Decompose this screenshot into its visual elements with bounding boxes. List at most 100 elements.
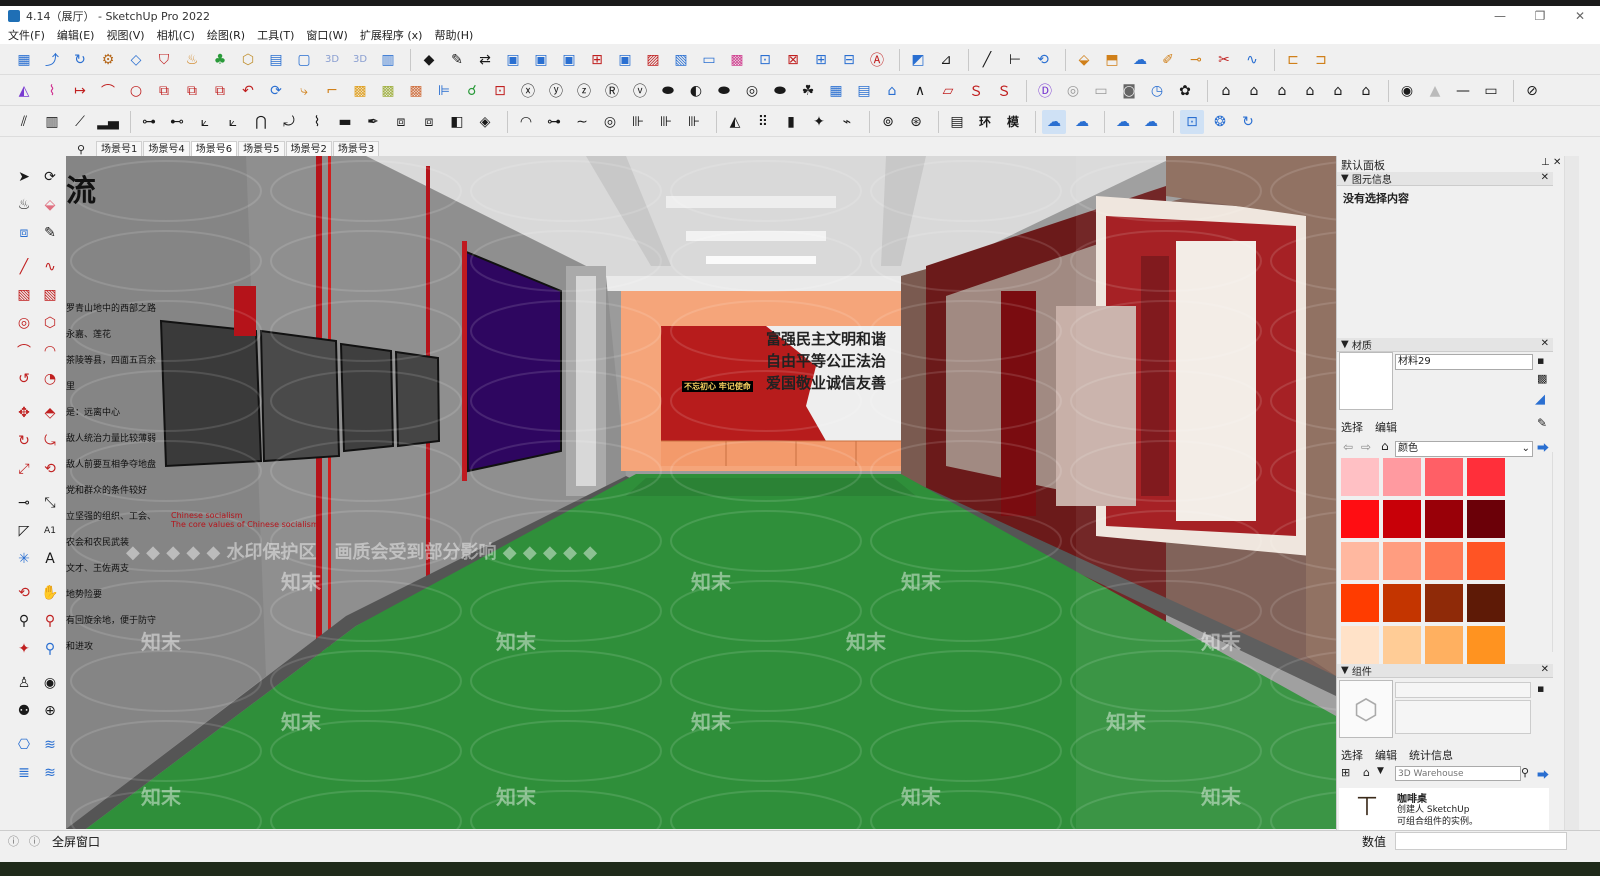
pencil-edit-icon[interactable]: ✐ <box>1156 48 1180 72</box>
hatch-icon[interactable]: ▨ <box>641 48 665 72</box>
dimension-icon[interactable]: ⊢ <box>1003 48 1027 72</box>
railing-icon[interactable]: ⊪ <box>626 110 650 134</box>
component-attrs-icon[interactable]: ▪ <box>1537 682 1544 695</box>
hide-icon[interactable]: ⊘ <box>1520 79 1544 103</box>
component-name-field[interactable] <box>1395 682 1531 698</box>
clipboard-icon[interactable]: ▱ <box>936 79 960 103</box>
table-icon[interactable]: ▤ <box>945 110 969 134</box>
camera-icon[interactable]: ◙ <box>1117 79 1141 103</box>
spline-icon[interactable]: Ｓ <box>964 79 988 103</box>
default-material-icon[interactable]: ◢ <box>1535 392 1545 407</box>
arc-icon[interactable]: ⌒ <box>96 79 120 103</box>
menu-edit[interactable]: 编辑(E) <box>57 27 95 43</box>
spiral-icon[interactable]: ◎ <box>598 110 622 134</box>
bars-icon[interactable]: ▂▄ <box>96 110 120 134</box>
export-icon[interactable]: ⊟ <box>837 48 861 72</box>
hook-icon[interactable]: ⤾ <box>277 110 301 134</box>
material-swatch[interactable] <box>1425 458 1463 496</box>
tab-scene-5[interactable]: 场景号5 <box>238 140 285 158</box>
follow-me-tool-icon[interactable]: ⤿ <box>38 429 62 453</box>
undo-icon[interactable]: ↶ <box>236 79 260 103</box>
flower-icon[interactable]: ✿ <box>1173 79 1197 103</box>
menu-window[interactable]: 窗口(W) <box>306 27 347 43</box>
model-plugin-icon[interactable]: 模 <box>1001 110 1025 134</box>
protractor-icon[interactable]: ◸ <box>12 519 36 543</box>
material-library-select[interactable]: 颜色 ⌄ <box>1395 441 1533 457</box>
polygon-tool-icon[interactable]: ⬡ <box>38 311 62 335</box>
cube-stack-icon[interactable]: ⧈ <box>389 110 413 134</box>
portrait-2-icon[interactable]: ⊛ <box>904 110 928 134</box>
cube-icon[interactable]: ▩ <box>348 79 372 103</box>
text-label-icon[interactable]: Ⓐ <box>865 48 889 72</box>
circle-icon[interactable]: ○ <box>124 79 148 103</box>
components-header[interactable]: ▼ 组件 ✕ <box>1337 664 1553 678</box>
freehand-icon[interactable]: ∿ <box>38 255 62 279</box>
menu-camera[interactable]: 相机(C) <box>157 27 195 43</box>
surface-icon[interactable]: ▤ <box>852 79 876 103</box>
back-arrow-icon[interactable]: ⇦ <box>1343 440 1353 454</box>
spline-2-icon[interactable]: Ｓ <box>992 79 1016 103</box>
tab-scene-6[interactable]: 场景号6 <box>190 140 238 158</box>
light-icon[interactable]: ◉ <box>1395 79 1419 103</box>
layer-tool-icon[interactable]: ▣ <box>501 48 525 72</box>
zoom-tool-icon[interactable]: ⚲ <box>12 609 36 633</box>
cloud-upload-icon[interactable]: ☁ <box>1111 110 1135 134</box>
fence-icon[interactable]: ⊪ <box>654 110 678 134</box>
axis-v-icon[interactable]: ⓥ <box>628 79 652 103</box>
tape-icon[interactable]: ⊸ <box>1184 48 1208 72</box>
layout-2-icon[interactable]: ⊠ <box>781 48 805 72</box>
material-swatch[interactable] <box>1467 584 1505 622</box>
scene-search-icon[interactable]: ⚲ <box>66 143 96 156</box>
pen-icon[interactable]: ✒ <box>361 110 385 134</box>
shape-tool-icon[interactable]: ◇ <box>124 48 148 72</box>
gear-icon[interactable]: ⚙ <box>96 48 120 72</box>
menu-tools[interactable]: 工具(T) <box>257 27 294 43</box>
house-top-icon[interactable]: ⌂ <box>1270 79 1294 103</box>
cloud-link-icon[interactable]: ☁ <box>1042 109 1066 134</box>
minimize-button[interactable]: — <box>1480 6 1520 26</box>
dot-grid-icon[interactable]: ⠿ <box>751 110 775 134</box>
bounding-box-icon[interactable]: ⊡ <box>488 79 512 103</box>
rectangle-icon[interactable]: ▭ <box>1479 79 1503 103</box>
cone-icon[interactable]: ▲ <box>1423 79 1447 103</box>
home-icon[interactable]: ⌂ <box>1298 79 1322 103</box>
3d-text-tool-icon[interactable]: A <box>38 547 62 571</box>
corner-icon[interactable]: ⌐ <box>320 79 344 103</box>
search-icon[interactable]: ⚲ <box>1521 766 1529 779</box>
path-icon[interactable]: ⤷ <box>292 79 316 103</box>
cube-stack-2-icon[interactable]: ⧈ <box>417 110 441 134</box>
tab-scene-2[interactable]: 场景号2 <box>285 140 332 158</box>
details-arrow-icon[interactable]: ⮕ <box>1537 766 1549 783</box>
section-icon[interactable]: ◩ <box>906 48 930 72</box>
layout-icon[interactable]: ⊡ <box>753 48 777 72</box>
rotated-rect-icon[interactable]: ▧ <box>38 283 62 307</box>
axis-x-icon[interactable]: ⓧ <box>516 79 540 103</box>
house-outline-icon[interactable]: ⌂ <box>1326 79 1350 103</box>
beam-icon[interactable]: ⊷ <box>165 110 189 134</box>
plugin-d-icon[interactable]: Ⓓ <box>1033 79 1057 103</box>
pan-tool-icon[interactable]: ✋ <box>38 581 62 605</box>
cloud-search-icon[interactable]: ☁ <box>1070 110 1094 134</box>
geo-location-icon[interactable]: ⓘ <box>8 833 19 849</box>
menu-file[interactable]: 文件(F) <box>8 27 45 43</box>
select-arrow-icon[interactable]: ➤ <box>12 165 36 189</box>
section-plane-icon[interactable]: ⊕ <box>38 699 62 723</box>
components-tab-stats[interactable]: 统计信息 <box>1409 747 1453 763</box>
restore-button[interactable]: ❐ <box>1520 6 1560 26</box>
look-around-icon[interactable]: ◉ <box>38 671 62 695</box>
components-tab-edit[interactable]: 编辑 <box>1375 747 1397 763</box>
cloud-sync-icon[interactable]: ☁ <box>1139 110 1163 134</box>
material-swatch[interactable] <box>1425 626 1463 664</box>
clock-icon[interactable]: ◷ <box>1145 79 1169 103</box>
pin-icon[interactable]: ✦ <box>807 110 831 134</box>
material-swatch[interactable] <box>1383 626 1421 664</box>
circle-tool-icon[interactable]: ◎ <box>12 311 36 335</box>
pin-icon[interactable]: ⊥ <box>1541 157 1550 168</box>
stair-2-icon[interactable]: ⧉ <box>180 79 204 103</box>
chevron-down-icon[interactable]: ▼ <box>1377 766 1384 776</box>
layer-tool-3-icon[interactable]: ▣ <box>557 48 581 72</box>
component-description-field[interactable] <box>1395 700 1531 734</box>
components-tab-select[interactable]: 选择 <box>1341 747 1363 763</box>
layout-3-icon[interactable]: ⊞ <box>809 48 833 72</box>
create-material-icon[interactable]: ▪ <box>1537 354 1544 367</box>
